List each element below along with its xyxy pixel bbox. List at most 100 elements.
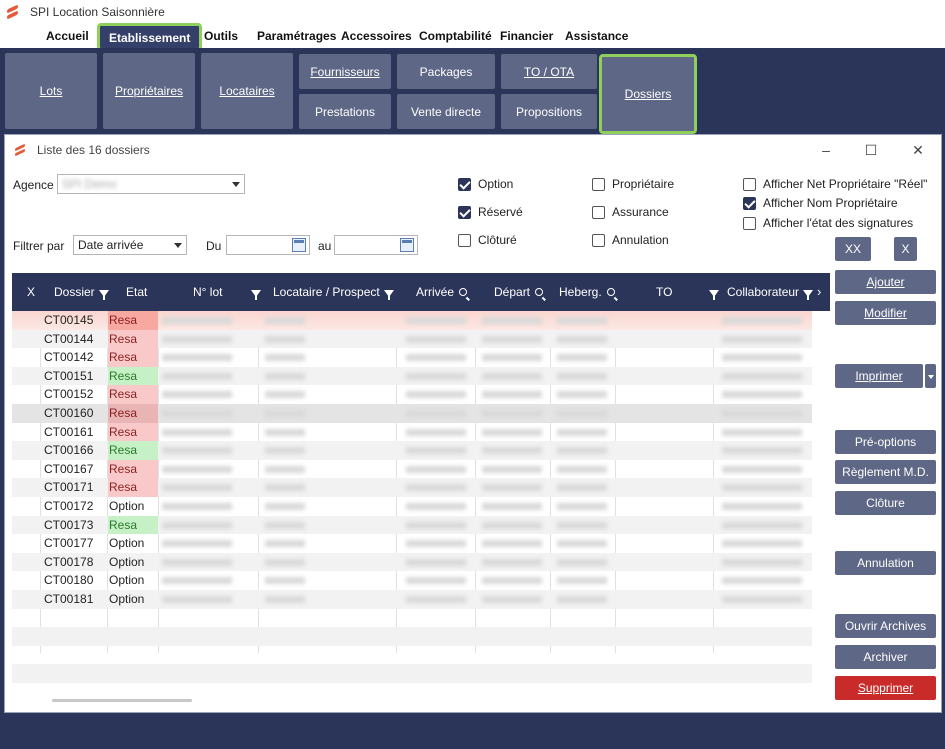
search-icon[interactable] <box>606 288 615 296</box>
preoptions-button[interactable]: Pré-options <box>835 430 936 454</box>
col-depart-label: Départ <box>494 285 531 299</box>
redacted-cell <box>265 335 305 343</box>
redacted-cell <box>557 503 607 510</box>
ribbon-to-ota-button[interactable]: TO / OTA <box>501 54 597 89</box>
ribbon-lots-button[interactable]: Lots <box>5 53 97 129</box>
status-badge: Resa <box>108 329 158 349</box>
col-locataire-header[interactable]: Locataire / Prospect <box>273 273 394 311</box>
filter-icon[interactable] <box>383 290 394 300</box>
redacted-cell <box>722 372 802 380</box>
date-au-input[interactable] <box>334 235 418 255</box>
x-button[interactable]: X <box>894 237 917 261</box>
archiver-button[interactable]: Archiver <box>835 645 936 669</box>
calendar-icon[interactable] <box>292 238 306 252</box>
col-collaborateur-header[interactable]: Collaborateur <box>727 273 814 311</box>
table-row[interactable]: CT00160 Resa <box>12 404 812 423</box>
search-icon[interactable] <box>535 288 544 296</box>
reserve-checkbox[interactable]: Réservé <box>458 205 523 219</box>
option-checkbox[interactable]: Option <box>458 177 513 191</box>
redacted-cell <box>265 465 305 473</box>
table-row[interactable]: CT00145 Resa <box>12 311 812 330</box>
col-locataire-label: Locataire / Prospect <box>273 285 380 299</box>
redacted-cell <box>265 484 305 492</box>
modifier-button[interactable]: Modifier <box>835 301 936 325</box>
menu-financier[interactable]: Financier <box>500 27 553 45</box>
search-icon[interactable] <box>459 288 468 296</box>
menu-accessoires[interactable]: Accessoires <box>341 27 412 45</box>
ribbon-packages-button[interactable]: Packages <box>397 54 495 89</box>
table-row[interactable]: CT00152 Resa <box>12 385 812 404</box>
reglement-button[interactable]: Règlement M.D. <box>835 460 936 484</box>
date-du-input[interactable] <box>226 235 310 255</box>
table-row[interactable]: CT00171 Resa <box>12 478 812 497</box>
table-row[interactable]: CT00144 Resa <box>12 329 812 349</box>
cloture-button[interactable]: Clôture <box>835 491 936 515</box>
col-lot-filter[interactable] <box>247 273 261 311</box>
menu-assistance[interactable]: Assistance <box>565 27 628 45</box>
menu-accueil[interactable]: Accueil <box>46 27 89 45</box>
chevron-right-icon[interactable]: › <box>817 273 821 311</box>
menu-etablissement[interactable]: Etablissement <box>97 23 203 51</box>
filter-icon[interactable] <box>251 290 261 300</box>
ribbon-locataires-button[interactable]: Locataires <box>201 53 293 129</box>
ribbon-fournisseurs-button[interactable]: Fournisseurs <box>299 54 391 89</box>
agence-select[interactable]: SPI Demo <box>57 174 245 194</box>
assurance-checkbox[interactable]: Assurance <box>592 205 669 219</box>
ribbon-dossiers-button[interactable]: Dossiers <box>599 54 697 134</box>
calendar-icon[interactable] <box>400 238 414 252</box>
minimize-icon[interactable]: – <box>817 141 835 159</box>
redacted-cell <box>406 484 466 492</box>
filter-icon[interactable] <box>709 290 719 300</box>
table-row[interactable]: CT00161 Resa <box>12 422 812 442</box>
ribbon-vente-directe-button[interactable]: Vente directe <box>397 94 495 129</box>
menu-outils[interactable]: Outils <box>204 27 238 45</box>
imprimer-button[interactable]: Imprimer <box>835 364 923 388</box>
ribbon-prestations-button[interactable]: Prestations <box>299 94 391 129</box>
redacted-cell <box>722 447 802 455</box>
col-x-header[interactable]: X <box>27 273 35 311</box>
table-row[interactable]: CT00181 Option <box>12 590 812 609</box>
maximize-icon[interactable]: ☐ <box>862 141 880 159</box>
col-dossier-header[interactable]: Dossier <box>54 273 109 311</box>
annulation-checkbox[interactable]: Annulation <box>592 233 669 247</box>
ribbon-proprietaires-button[interactable]: Propriétaires <box>103 53 195 129</box>
afficher-net-checkbox[interactable]: Afficher Net Propriétaire "Réel" <box>743 177 927 191</box>
redacted-cell <box>162 391 232 399</box>
filter-icon[interactable] <box>98 290 109 300</box>
supprimer-button[interactable]: Supprimer <box>835 676 936 700</box>
table-row[interactable]: CT00180 Option <box>12 571 812 590</box>
filter-icon[interactable] <box>803 290 814 300</box>
cloture-checkbox[interactable]: Clôturé <box>458 233 517 247</box>
close-icon[interactable]: ✕ <box>909 141 927 159</box>
horizontal-scrollbar[interactable] <box>52 699 192 702</box>
proprietaire-checkbox[interactable]: Propriétaire <box>592 177 674 191</box>
redacted-cell <box>722 428 802 436</box>
col-arrivee-header[interactable]: Arrivée <box>416 273 468 311</box>
menu-parametrages[interactable]: Paramétrages <box>257 27 336 45</box>
table-row[interactable]: CT00142 Resa <box>12 348 812 367</box>
col-etat-header[interactable]: Etat <box>126 273 147 311</box>
table-row[interactable]: CT00178 Option <box>12 552 812 572</box>
annulation-button[interactable]: Annulation <box>835 551 936 575</box>
table-row[interactable]: CT00173 Resa <box>12 515 812 535</box>
table-row[interactable]: CT00151 Resa <box>12 366 812 386</box>
col-collaborateur-label: Collaborateur <box>727 285 800 299</box>
menu-comptabilite[interactable]: Comptabilité <box>419 27 492 45</box>
xx-button[interactable]: XX <box>835 237 871 261</box>
ribbon-propositions-button[interactable]: Propositions <box>501 94 597 129</box>
ouvrir-archives-button[interactable]: Ouvrir Archives <box>835 614 936 638</box>
afficher-nom-checkbox[interactable]: Afficher Nom Propriétaire <box>743 196 898 210</box>
col-heberg-header[interactable]: Heberg. <box>559 273 615 311</box>
table-row[interactable]: CT00177 Option <box>12 534 812 553</box>
table-row[interactable]: CT00172 Option <box>12 497 812 516</box>
table-row[interactable]: CT00166 Resa <box>12 441 812 460</box>
afficher-etat-checkbox[interactable]: Afficher l'état des signatures <box>743 216 913 230</box>
col-lot-header[interactable]: N° lot <box>193 273 222 311</box>
table-row[interactable]: CT00167 Resa <box>12 459 812 479</box>
col-depart-header[interactable]: Départ <box>494 273 544 311</box>
ajouter-button[interactable]: Ajouter <box>835 270 936 294</box>
imprimer-dropdown-button[interactable] <box>925 364 936 388</box>
filtrer-select[interactable]: Date arrivée <box>73 235 187 255</box>
col-to-filter[interactable] <box>705 273 719 311</box>
col-to-header[interactable]: TO <box>656 273 672 311</box>
